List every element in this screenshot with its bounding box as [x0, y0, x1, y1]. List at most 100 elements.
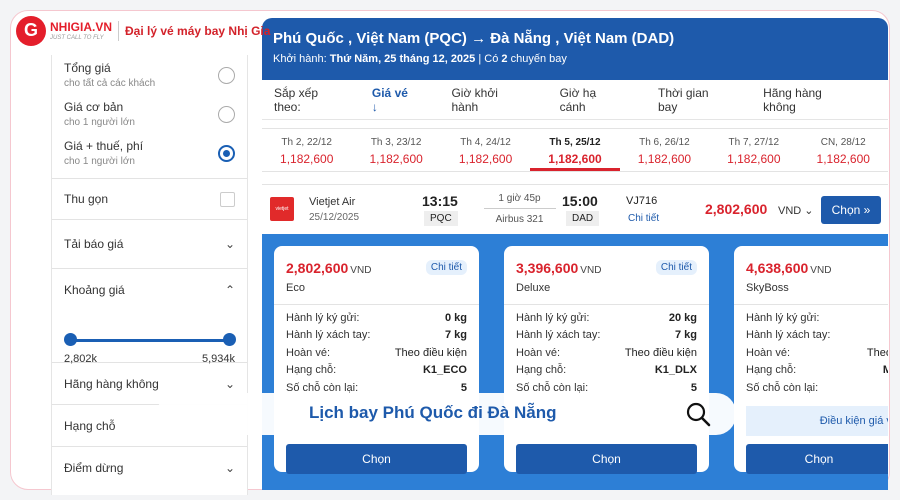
depart-label: Khởi hành:	[273, 53, 327, 65]
fare-row-value: 0 kg	[444, 311, 467, 324]
date-tab[interactable]: CN, 28/12 1,182,600	[799, 129, 888, 171]
airline-logo-icon: vietjet	[270, 197, 294, 221]
price-option-tax[interactable]: Giá + thuế, phí cho 1 người lớn	[52, 133, 247, 172]
fare-row-label: Hạng chỗ:	[516, 364, 567, 377]
sort-label: Sắp xếp theo:	[274, 85, 319, 114]
fare-row-label: Số chỗ còn lại:	[286, 381, 359, 394]
chevron-up-icon[interactable]: ⌃	[225, 283, 235, 297]
fare-row-value: Theo điều kiện	[624, 346, 697, 359]
flight-currency[interactable]: VND ⌄	[778, 204, 814, 217]
flight-row[interactable]: vietjet Vietjet Air 25/12/2025 13:15 PQC…	[262, 184, 888, 232]
date-tab[interactable]: Th 2, 22/12 1,182,600	[262, 129, 351, 171]
flight-price: 2,802,600	[705, 201, 768, 217]
price-option-total[interactable]: Tổng giá cho tất cả các khách	[52, 55, 247, 94]
fare-row-label: Hành lý ký gửi:	[286, 311, 360, 324]
brand-badge-icon	[16, 16, 46, 46]
range-max-handle[interactable]	[223, 333, 236, 346]
collapse-checkbox[interactable]	[220, 191, 235, 207]
fare-row-value: Theo điều kiện	[394, 346, 467, 359]
arrival-code: DAD	[566, 211, 600, 226]
date-tab[interactable]: Th 4, 24/12 1,182,600	[441, 129, 530, 171]
filter-stops[interactable]: Điểm dừng ⌄	[52, 446, 247, 488]
date-tab[interactable]: Th 7, 27/12 1,182,600	[709, 129, 798, 171]
fare-row-label: Hoàn vé:	[516, 346, 561, 359]
fare-row: Số chỗ còn lại:	[746, 379, 888, 397]
brand-slogan: Đại lý vé máy bay Nhị Gia	[125, 24, 271, 38]
date-tab-active[interactable]: Th 5, 25/12 1,182,600	[530, 129, 620, 171]
fare-class: SkyBoss	[746, 282, 789, 294]
date-tab[interactable]: Th 3, 23/12 1,182,600	[351, 129, 440, 171]
filter-label: Hãng hàng không	[64, 376, 159, 391]
brand-text: NHIGIA.VN JUST CALL TO FLY	[50, 21, 112, 41]
price-option-sub: cho 1 người lớn	[64, 117, 135, 128]
date-label: Th 7, 27/12	[728, 137, 780, 148]
price-option-sub: cho 1 người lớn	[64, 156, 135, 167]
sort-price[interactable]: Giá vé ↓	[372, 86, 414, 114]
departure-code: PQC	[424, 211, 458, 226]
fare-row-label: Số chỗ còn lại:	[516, 381, 589, 394]
fare-row-value: 20 kg	[668, 311, 697, 324]
fare-detail-button[interactable]: Chi tiết	[655, 260, 697, 275]
fare-row: Hành lý xách tay:	[746, 327, 888, 345]
airline-name: Vietjet Air	[309, 196, 356, 208]
radio-button-selected[interactable]	[218, 145, 235, 162]
sort-duration[interactable]: Thời gian bay	[658, 86, 725, 114]
date-tab[interactable]: Th 6, 26/12 1,182,600	[620, 129, 709, 171]
download-label: Tải báo giá	[64, 237, 124, 251]
fare-row-label: Hoàn vé:	[286, 346, 331, 359]
sort-departure[interactable]: Giờ khởi hành	[451, 86, 521, 114]
fare-row-value: 7 kg	[674, 329, 697, 342]
date-strip: Th 2, 22/12 1,182,600 Th 3, 23/12 1,182,60…	[262, 128, 888, 172]
flight-count-prefix: Có	[484, 53, 499, 65]
price-option-base[interactable]: Giá cơ bản cho 1 người lớn	[52, 94, 247, 133]
fare-row-value: 5	[690, 381, 697, 394]
divider	[274, 304, 479, 305]
fare-card-deluxe: 3,396,600 VND Deluxe Chi tiết Hành lý ký …	[504, 246, 709, 474]
price-option-label: Giá + thuế, phí	[64, 139, 144, 153]
choose-fare-button[interactable]: Chọn	[516, 444, 697, 474]
fare-row: Hành lý xách tay: 7 kg	[516, 327, 697, 345]
choose-flight-button[interactable]: Chọn »	[821, 196, 881, 224]
fare-row-label: Số chỗ còn lại:	[746, 381, 819, 394]
fare-row-label: Hạng chỗ:	[286, 364, 337, 377]
fare-row-value: 7 kg	[444, 329, 467, 342]
collapse-toggle[interactable]: Thu gọn	[52, 178, 247, 219]
fare-row-label: Hạng chỗ:	[746, 364, 797, 377]
choose-fare-button[interactable]: Chọn	[286, 444, 467, 474]
chevron-down-icon: ⌄	[224, 376, 235, 391]
brand-logo[interactable]: NHIGIA.VN JUST CALL TO FLY Đại lý vé máy…	[16, 14, 270, 48]
download-quote[interactable]: Tải báo giá ⌄	[52, 219, 247, 268]
flight-detail-link[interactable]: Chi tiết	[628, 213, 659, 224]
fare-row: Hoàn vé: Theo	[746, 344, 888, 362]
range-max-value: 5,934k	[201, 353, 235, 365]
date-label: Th 3, 23/12	[370, 137, 422, 148]
choose-fare-button[interactable]: Chọn	[746, 444, 888, 474]
sort-airline[interactable]: Hãng hàng không	[763, 86, 850, 114]
fare-row: Hành lý ký gửi: 0 kg	[286, 309, 467, 327]
fare-row-label: Hành lý xách tay:	[286, 329, 371, 342]
range-track[interactable]	[70, 339, 229, 342]
collapse-label: Thu gọn	[64, 192, 109, 206]
fare-row: Hành lý xách tay: 7 kg	[286, 327, 467, 345]
radio-button[interactable]	[218, 106, 235, 123]
radio-button[interactable]	[218, 67, 235, 84]
date-price: 1,182,600	[280, 152, 334, 166]
chevron-down-icon: ⌄	[224, 460, 235, 475]
search-overlay[interactable]: Lịch bay Phú Quốc đi Đà Nẵng	[157, 393, 736, 435]
fare-price-value: 2,802,600	[286, 260, 349, 276]
route-header: Phú Quốc , Việt Nam (PQC) → Đà Nẵng , Vi…	[262, 18, 888, 80]
fare-row-label: Hoàn vé:	[746, 346, 791, 359]
fare-options-panel: 2,802,600 VND Eco Chi tiết Hành lý ký gửi…	[262, 234, 888, 490]
chevron-down-icon: ⌄	[224, 237, 235, 251]
flight-count-suffix: chuyến bay	[510, 53, 567, 65]
range-min-value: 2,802k	[64, 353, 98, 365]
filter-label: Hạng chỗ	[64, 418, 116, 433]
fare-detail-button[interactable]: Chi tiết	[425, 260, 467, 275]
filter-label: Điểm dừng	[64, 460, 124, 475]
price-range-filter: Khoảng giá ⌃ 2,802k 5,934k	[52, 268, 247, 365]
search-icon[interactable]	[685, 401, 711, 427]
fare-currency: VND	[580, 265, 602, 276]
range-min-handle[interactable]	[64, 333, 77, 346]
fare-condition-button[interactable]: Điều kiện giá vé	[746, 406, 888, 436]
sort-arrival[interactable]: Giờ hạ cánh	[560, 86, 620, 114]
